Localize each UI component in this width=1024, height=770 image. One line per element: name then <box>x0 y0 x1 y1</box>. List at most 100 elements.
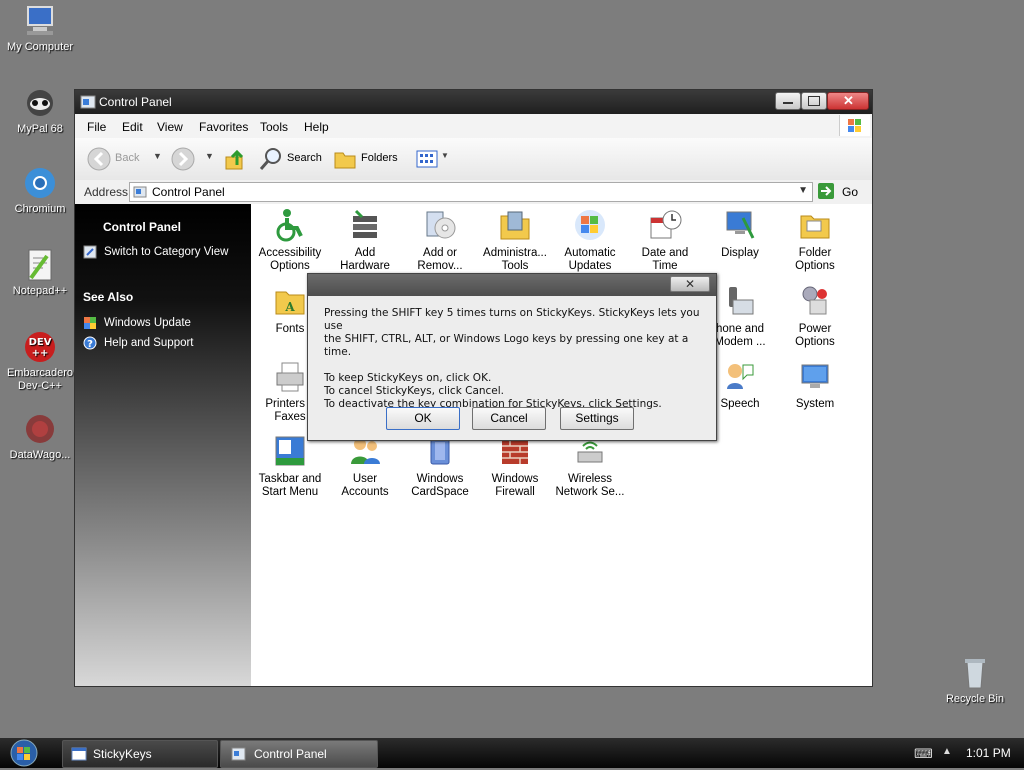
up-folder-button[interactable] <box>223 147 247 171</box>
search-button[interactable]: Search <box>259 147 325 171</box>
windows-orb-icon <box>10 739 38 767</box>
item-taskbar-and-start-menu[interactable]: Taskbar and Start Menu <box>252 434 328 499</box>
back-arrow-icon <box>87 147 111 171</box>
desktop-icon-label: DataWago... <box>9 449 71 461</box>
address-dropdown-icon[interactable]: ▼ <box>798 185 808 196</box>
desktop-icon-notepadpp[interactable]: Notepad++ <box>0 248 80 297</box>
go-button[interactable]: Go <box>817 182 865 202</box>
ok-button[interactable]: OK <box>386 407 460 430</box>
up-arrow-icon <box>225 149 244 170</box>
views-button[interactable]: ▼ <box>415 147 451 171</box>
go-label: Go <box>842 185 859 199</box>
power-options-icon <box>798 284 832 318</box>
clock[interactable]: 1:01 PM <box>966 746 1011 760</box>
sidebar: Control Panel Switch to Category View Se… <box>75 204 251 686</box>
sidebar-link-windows-update[interactable]: Windows Update <box>83 316 248 334</box>
dialog-close-button[interactable]: ✕ <box>670 276 710 292</box>
menu-bar: File Edit View Favorites Tools Help <box>75 114 872 139</box>
desktop-icon-chromium[interactable]: Chromium <box>0 166 80 215</box>
notepadpp-icon <box>23 248 57 282</box>
minimize-button[interactable] <box>775 92 801 110</box>
item-administrative-tools[interactable]: Administra... Tools <box>477 208 553 273</box>
item-add-hardware[interactable]: Add Hardware <box>327 208 403 273</box>
item-label-line2: Network Se... <box>555 486 625 498</box>
folder-options-icon <box>798 208 832 242</box>
item-label-line1: Windows <box>416 473 464 485</box>
switch-to-category-view-link[interactable]: Switch to Category View <box>83 245 248 263</box>
desktop-icon-datawago[interactable]: DataWago... <box>0 412 80 461</box>
desktop-icon-label: Embarcadero Dev-C++ <box>6 367 74 392</box>
sidebar-link-label: Windows Update <box>104 317 191 329</box>
folders-label: Folders <box>361 152 398 164</box>
folder-icon <box>334 152 356 169</box>
dialog-titlebar[interactable] <box>308 274 716 296</box>
taskbar-item-stickykeys[interactable]: StickyKeys <box>62 740 218 768</box>
administrative-tools-icon <box>498 208 532 242</box>
item-display[interactable]: Display <box>702 208 778 260</box>
window-icon <box>71 747 87 761</box>
switch-view-label: Switch to Category View <box>104 246 229 258</box>
desktop-icon-label: MyPal 68 <box>17 123 63 135</box>
item-label-line1: Automatic <box>564 247 616 259</box>
window-titlebar[interactable]: Control Panel ✕ <box>75 90 872 114</box>
close-button[interactable]: ✕ <box>827 92 869 110</box>
forward-button[interactable]: ▼ <box>171 147 215 171</box>
cancel-button[interactable]: Cancel <box>472 407 546 430</box>
item-label-line1: Date and <box>641 247 689 259</box>
desktop-icon-my-computer[interactable]: My Computer <box>0 4 80 53</box>
desktop-icon-mypal[interactable]: MyPal 68 <box>0 86 80 135</box>
item-add-remove-programs[interactable]: Add or Remov... <box>402 208 478 273</box>
menu-favorites[interactable]: Favorites <box>199 120 248 134</box>
forward-dropdown-icon[interactable]: ▼ <box>205 151 214 161</box>
address-value: Control Panel <box>152 185 225 199</box>
item-label-line2: Time <box>652 260 678 272</box>
item-label-line1: Power <box>798 323 832 335</box>
item-wireless-network-setup[interactable]: Wireless Network Se... <box>552 434 628 499</box>
desktop-icon-devcpp[interactable]: DEV ++ Embarcadero Dev-C++ <box>0 330 80 393</box>
add-remove-programs-icon <box>423 208 457 242</box>
control-panel-icon <box>80 95 96 109</box>
menu-file[interactable]: File <box>87 120 106 134</box>
sidebar-link-help-support[interactable]: ? Help and Support <box>83 336 248 354</box>
address-label: Address <box>84 185 129 199</box>
maximize-button[interactable] <box>801 92 827 110</box>
item-windows-firewall[interactable]: Windows Firewall <box>477 434 553 499</box>
item-date-and-time[interactable]: Date and Time <box>627 208 703 273</box>
back-button[interactable]: Back ▼ <box>87 147 167 171</box>
taskbar-item-control-panel[interactable]: Control Panel <box>220 740 378 768</box>
recycle-bin-icon <box>958 656 992 690</box>
taskbar: StickyKeys Control Panel ⌨ ▲ 1:01 PM <box>0 738 1024 768</box>
search-label: Search <box>287 152 322 164</box>
item-label-line2: Tools <box>501 260 529 272</box>
desktop-icon-recycle-bin[interactable]: Recycle Bin <box>935 656 1015 705</box>
see-also-heading: See Also <box>83 290 134 304</box>
menu-tools[interactable]: Tools <box>260 120 288 134</box>
display-icon <box>723 208 757 242</box>
show-hidden-icons-icon[interactable]: ▲ <box>942 746 952 757</box>
window-title: Control Panel <box>99 95 172 109</box>
back-dropdown-icon[interactable]: ▼ <box>153 151 162 161</box>
item-power-options[interactable]: Power Options <box>777 284 853 349</box>
address-input[interactable]: Control Panel ▼ <box>129 182 813 202</box>
menu-help[interactable]: Help <box>304 120 329 134</box>
address-bar: Address Control Panel ▼ Go <box>75 180 872 205</box>
item-user-accounts[interactable]: User Accounts <box>327 434 403 499</box>
settings-button[interactable]: Settings <box>560 407 634 430</box>
start-button[interactable] <box>6 739 42 767</box>
menu-view[interactable]: View <box>157 120 183 134</box>
item-system[interactable]: System <box>777 359 853 411</box>
forward-arrow-icon <box>171 147 195 171</box>
item-automatic-updates[interactable]: Automatic Updates <box>552 208 628 273</box>
sidebar-link-label: Help and Support <box>104 337 194 349</box>
item-windows-cardspace[interactable]: Windows CardSpace <box>402 434 478 499</box>
folders-button[interactable]: Folders <box>333 147 405 171</box>
keyboard-icon[interactable]: ⌨ <box>914 746 933 762</box>
item-label-line1: Add <box>354 247 376 259</box>
automatic-updates-icon <box>573 208 607 242</box>
item-folder-options[interactable]: Folder Options <box>777 208 853 273</box>
close-icon: ✕ <box>843 93 854 108</box>
menu-edit[interactable]: Edit <box>122 120 143 134</box>
search-icon <box>259 148 281 170</box>
dialog-message: Pressing the SHIFT key 5 times turns on … <box>324 307 704 411</box>
item-accessibility-options[interactable]: Accessibility Options <box>252 208 328 273</box>
